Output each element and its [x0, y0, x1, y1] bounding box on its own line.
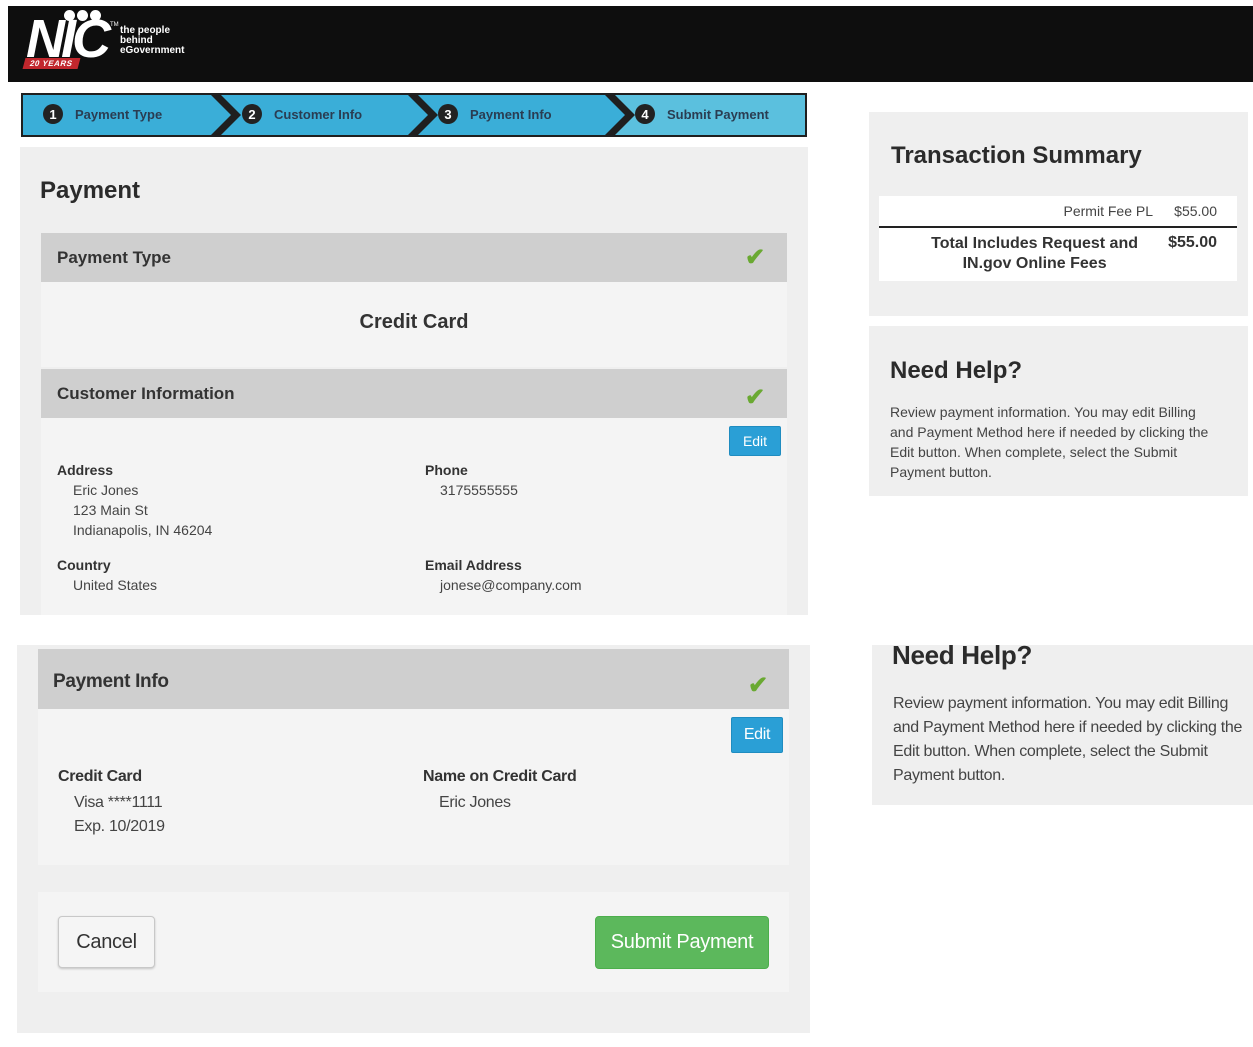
- address-line: Indianapolis, IN 46204: [73, 522, 213, 538]
- total-label-line: Total Includes Request and: [931, 235, 1138, 252]
- years-badge: 20 YEARS: [22, 58, 81, 69]
- help-line: Review payment information. You may edit…: [893, 695, 1229, 712]
- need-help-panel-lower: Need Help? Review payment information. Y…: [872, 640, 1253, 805]
- summary-row-item: Permit Fee PL $55.00: [879, 196, 1237, 228]
- check-icon: ✔: [745, 244, 766, 271]
- payment-panel: Payment Payment Type ✔ Credit Card Custo…: [20, 147, 808, 615]
- step-number: 4: [635, 104, 655, 124]
- country-label: Country: [57, 557, 111, 573]
- step-label: Submit Payment: [667, 106, 769, 122]
- name-on-card-value: Eric Jones: [439, 794, 511, 811]
- total-amount: $55.00: [1168, 234, 1217, 251]
- credit-card-value: Visa ****1111 Exp. 10/2019: [74, 791, 165, 839]
- step-customer-info[interactable]: 2 Customer Info: [218, 95, 362, 133]
- edit-payment-button[interactable]: Edit: [731, 717, 783, 753]
- need-help-panel: Need Help? Review payment information. Y…: [869, 326, 1248, 496]
- step-label: Customer Info: [274, 106, 363, 122]
- submit-payment-button[interactable]: Submit Payment: [595, 916, 769, 969]
- step-number: 3: [438, 104, 458, 124]
- help-line: and Payment Method here if needed by cli…: [890, 424, 1209, 440]
- page-title: Payment: [40, 177, 141, 204]
- address-label: Address: [57, 462, 114, 478]
- help-text: Review payment information. You may edit…: [893, 692, 1248, 788]
- help-text: Review payment information. You may edit…: [890, 402, 1240, 482]
- section-title: Customer Information: [57, 384, 235, 403]
- tagline-line-3: eGovernment: [120, 45, 185, 56]
- help-title: Need Help?: [892, 640, 1033, 670]
- step-payment-type[interactable]: 1 Payment Type: [21, 95, 162, 133]
- help-line: Payment button.: [893, 767, 1006, 784]
- help-line: Edit button. When complete, select the S…: [893, 743, 1208, 760]
- customer-info-body: Edit Address Eric Jones 123 Main St Indi…: [41, 418, 787, 615]
- help-line: and Payment Method here if needed by cli…: [893, 719, 1243, 736]
- customer-info-header: Customer Information ✔: [41, 369, 787, 418]
- payment-type-header: Payment Type ✔: [41, 233, 787, 282]
- transaction-summary-panel: Transaction Summary Permit Fee PL $55.00…: [869, 112, 1248, 316]
- payment-type-body: Credit Card: [41, 282, 787, 367]
- progress-steps: 1 Payment Type 2 Customer Info 3 Payment…: [21, 93, 807, 137]
- payment-info-body: Edit Credit Card Visa ****1111 Exp. 10/2…: [38, 709, 789, 865]
- country-value: United States: [73, 577, 158, 593]
- item-amount: $55.00: [1174, 203, 1217, 219]
- help-line: Payment button.: [890, 464, 992, 480]
- actions-bar: Cancel Submit Payment: [38, 892, 789, 992]
- payment-type-value: Credit Card: [359, 311, 469, 333]
- help-title: Need Help?: [890, 357, 1023, 384]
- cancel-button[interactable]: Cancel: [58, 916, 155, 968]
- nic-logo[interactable]: NIC TM the people behind eGovernment 20 …: [18, 8, 208, 70]
- step-number: 1: [43, 104, 63, 124]
- email-value: jonese@company.com: [440, 577, 582, 593]
- help-line: Review payment information. You may edit…: [890, 404, 1196, 420]
- email-label: Email Address: [425, 557, 522, 573]
- payment-info-header: Payment Info ✔: [38, 649, 789, 709]
- phone-label: Phone: [425, 462, 468, 478]
- step-submit-payment[interactable]: 4 Submit Payment: [611, 95, 769, 133]
- trademark-mark: TM: [110, 22, 119, 28]
- card-expiration: Exp. 10/2019: [74, 818, 165, 835]
- card-number: Visa ****1111: [74, 794, 163, 811]
- section-title: Payment Info: [53, 671, 169, 692]
- address-line: Eric Jones: [73, 482, 139, 498]
- total-label-line: IN.gov Online Fees: [962, 255, 1107, 272]
- address-line: 123 Main St: [73, 502, 148, 518]
- edit-customer-button[interactable]: Edit: [729, 426, 781, 456]
- credit-card-label: Credit Card: [58, 768, 142, 785]
- step-payment-info[interactable]: 3 Payment Info: [414, 95, 552, 133]
- check-icon: ✔: [748, 672, 769, 699]
- phone-value: 3175555555: [440, 482, 518, 498]
- summary-table: Permit Fee PL $55.00 Total Includes Requ…: [879, 196, 1237, 281]
- logo-tagline: the people behind eGovernment: [120, 26, 184, 56]
- address-value: Eric Jones 123 Main St Indianapolis, IN …: [73, 480, 212, 540]
- step-label: Payment Info: [470, 106, 552, 122]
- section-title: Payment Type: [57, 248, 172, 267]
- help-line: Edit button. When complete, select the S…: [890, 444, 1178, 460]
- check-icon: ✔: [745, 384, 766, 411]
- step-number: 2: [242, 104, 262, 124]
- total-label: Total Includes Request and IN.gov Online…: [931, 234, 1138, 274]
- payment-info-panel: Payment Info ✔ Edit Credit Card Visa ***…: [17, 645, 810, 1033]
- summary-title: Transaction Summary: [891, 142, 1142, 169]
- name-on-card-label: Name on Credit Card: [423, 768, 577, 785]
- item-label: Permit Fee PL: [1063, 203, 1153, 219]
- step-label: Payment Type: [75, 106, 163, 122]
